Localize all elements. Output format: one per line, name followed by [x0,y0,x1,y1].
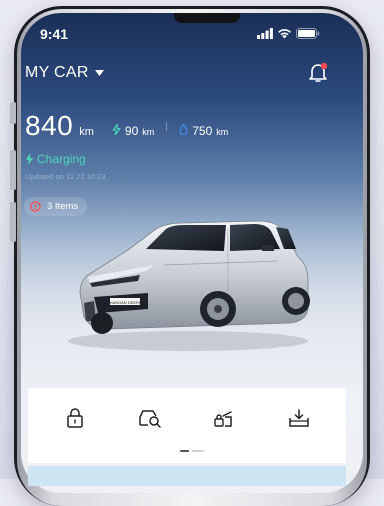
trunk-button[interactable] [204,398,244,438]
side-button-volume-up [10,150,16,190]
car-selector[interactable]: MY CAR [25,64,104,82]
bell-icon [309,62,328,82]
lightning-icon [112,124,121,135]
next-card-peek [28,466,346,486]
battery-icon [296,28,320,39]
quick-controls-panel [28,388,346,463]
fuel-range-unit: km [216,127,229,137]
car-search-icon [139,410,161,428]
lock-icon [67,408,83,428]
fuel-range: 750 km [179,124,228,138]
page-indicator [180,450,204,452]
charging-label: Charging [37,152,86,166]
range-divider [166,121,168,131]
status-time: 9:41 [40,26,69,42]
range-summary: 840 km 90 km 750 km [25,110,228,142]
status-bar: 9:41 [0,0,342,42]
find-car-button[interactable] [130,398,170,438]
trunk-unlock-icon [214,411,232,427]
side-button-silent [10,102,16,124]
lock-button[interactable] [55,398,95,438]
fuel-drop-icon [179,124,188,135]
notification-button[interactable] [308,61,328,88]
page-dot [192,450,204,452]
wifi-icon [278,29,291,39]
fuel-range-value: 750 [192,124,213,138]
total-range-value: 840 [25,110,74,141]
license-plate: CHANGAN DEEPAL [107,300,144,305]
electric-range-unit: km [142,127,155,137]
download-button[interactable] [279,398,319,438]
header: MY CAR [25,61,328,88]
page-title: MY CAR [25,64,89,81]
charging-status: Charging [25,152,86,166]
alert-circle-icon [30,201,41,212]
cellular-signal-icon [257,28,273,39]
electric-range-value: 90 [124,124,139,138]
download-tray-icon [289,409,309,427]
notification-dot [320,62,328,70]
caret-down-icon [94,70,104,76]
page-dot-active [180,450,189,452]
side-button-volume-down [10,202,16,242]
total-range-unit: km [79,126,94,138]
car-image: CHANGAN DEEPAL [68,220,310,351]
charging-bolt-icon [25,153,34,165]
electric-range: 90 km [112,124,154,138]
quick-controls-row [28,388,346,448]
status-icons [257,28,320,39]
updated-timestamp: Updated on 12.22 10:23 [25,172,106,181]
